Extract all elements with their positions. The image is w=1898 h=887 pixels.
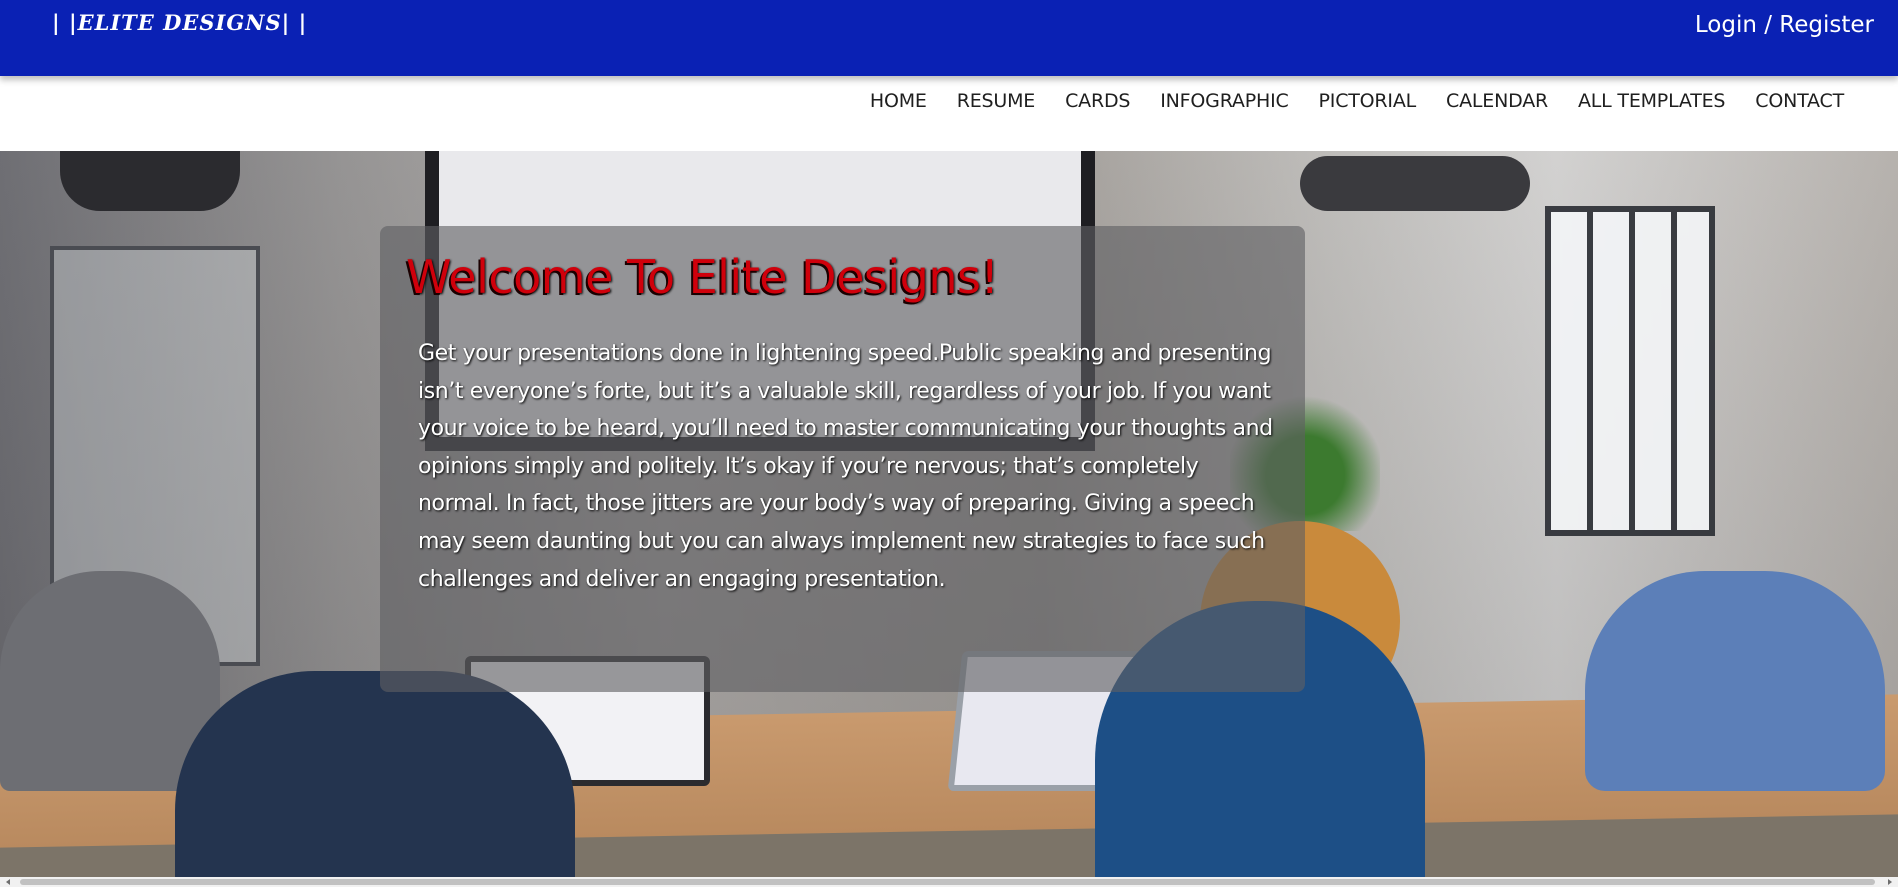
horizontal-scrollbar[interactable] [0, 877, 1898, 887]
nav-link-home[interactable]: HOME [870, 90, 927, 112]
nav-link-all-templates[interactable]: ALL TEMPLATES [1578, 90, 1725, 112]
scroll-left-icon[interactable] [6, 879, 10, 885]
nav-item-cards: CARDS [1065, 90, 1130, 112]
nav-link-infographic[interactable]: INFOGRAPHIC [1160, 90, 1288, 112]
nav-link-contact[interactable]: CONTACT [1755, 90, 1844, 112]
nav-link-calendar[interactable]: CALENDAR [1446, 90, 1548, 112]
welcome-card: Welcome To Elite Designs! Get your prese… [380, 226, 1305, 692]
nav-link-resume[interactable]: RESUME [957, 90, 1036, 112]
main-nav-bar: HOME RESUME CARDS INFOGRAPHIC PICTORIAL … [0, 76, 1898, 151]
hero-photo-window [1545, 206, 1715, 536]
nav-menu: HOME RESUME CARDS INFOGRAPHIC PICTORIAL … [870, 90, 1844, 112]
scroll-right-icon[interactable] [1888, 879, 1892, 885]
nav-item-infographic: INFOGRAPHIC [1160, 90, 1288, 112]
hero-photo-air-duct [60, 151, 240, 211]
nav-item-home: HOME [870, 90, 927, 112]
brand-logo[interactable]: | |ELITE DESIGNS| | [52, 10, 307, 35]
hero-photo-air-duct-right [1300, 156, 1530, 211]
nav-item-calendar: CALENDAR [1446, 90, 1548, 112]
nav-item-resume: RESUME [957, 90, 1036, 112]
nav-item-contact: CONTACT [1755, 90, 1844, 112]
login-register-link[interactable]: Login / Register [1695, 12, 1874, 38]
nav-link-cards[interactable]: CARDS [1065, 90, 1130, 112]
hero-photo-person-right [1585, 571, 1885, 791]
top-header-bar: | |ELITE DESIGNS| | Login / Register [0, 0, 1898, 76]
nav-item-pictorial: PICTORIAL [1319, 90, 1417, 112]
scrollbar-thumb[interactable] [20, 879, 1875, 885]
welcome-text: Get your presentations done in lightenin… [418, 341, 1273, 592]
hero-section: Welcome To Elite Designs! Get your prese… [0, 151, 1898, 877]
nav-item-all-templates: ALL TEMPLATES [1578, 90, 1725, 112]
nav-link-pictorial[interactable]: PICTORIAL [1319, 90, 1417, 112]
welcome-title: Welcome To Elite Designs! [406, 250, 999, 304]
hero-photo-person-front [175, 671, 575, 877]
